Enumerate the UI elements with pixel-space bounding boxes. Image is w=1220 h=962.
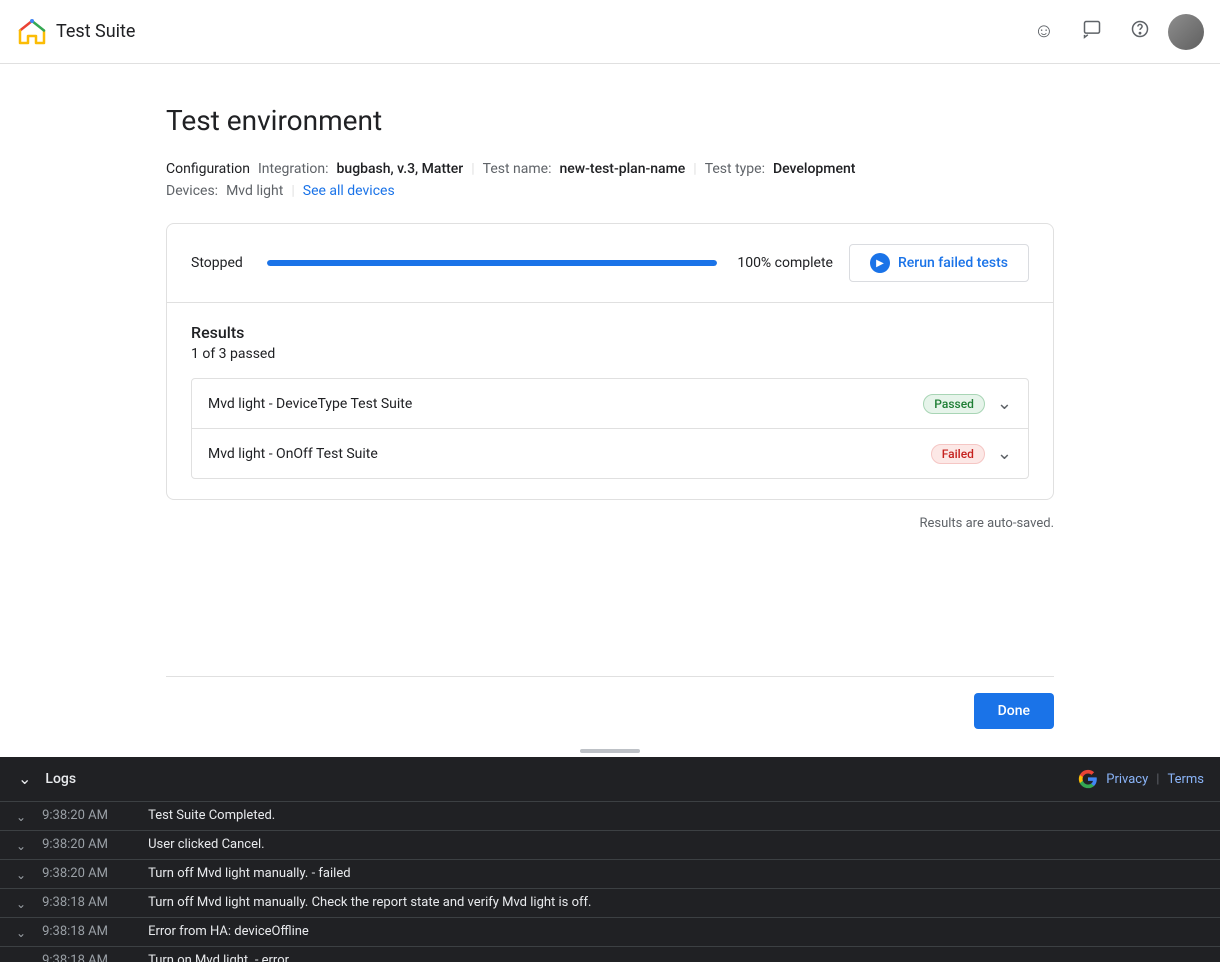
log-expand-icon[interactable]: ⌄: [16, 868, 26, 882]
see-all-devices-link[interactable]: See all devices: [303, 183, 395, 199]
results-title: Results: [191, 323, 1029, 342]
emoji-button[interactable]: ☺: [1024, 12, 1064, 52]
test-name-value: new-test-plan-name: [559, 161, 685, 177]
test-item: Mvd light - DeviceType Test Suite Passed…: [192, 379, 1028, 429]
google-logo: [1078, 769, 1098, 789]
status-badge-passed: Passed: [923, 394, 985, 414]
help-icon: [1130, 19, 1150, 45]
page-title: Test environment: [166, 104, 1054, 137]
separator-1: |: [471, 161, 474, 177]
expand-test-1-icon[interactable]: ⌄: [997, 393, 1012, 414]
play-icon: ▶: [870, 253, 890, 273]
chat-icon: [1082, 19, 1102, 45]
results-summary: 1 of 3 passed: [191, 346, 1029, 362]
log-message: Turn off Mvd light manually. Check the r…: [148, 895, 591, 910]
test-list: Mvd light - DeviceType Test Suite Passed…: [191, 378, 1029, 479]
logs-collapse-button[interactable]: ⌄: [16, 767, 33, 791]
log-time: 9:38:20 AM: [42, 866, 132, 881]
log-entry: ⌄ 9:38:18 AM Turn on Mvd light. - error: [0, 947, 1220, 962]
rerun-label: Rerun failed tests: [898, 255, 1008, 271]
test-item: Mvd light - OnOff Test Suite Failed ⌄: [192, 429, 1028, 478]
app-logo: [16, 16, 48, 48]
main-content: Test environment Configuration Integrati…: [0, 64, 1220, 676]
config-section: Configuration Integration: bugbash, v.3,…: [166, 161, 1054, 199]
stopped-label: Stopped: [191, 255, 251, 271]
log-message: Error from HA: deviceOffline: [148, 924, 309, 939]
chevron-down-icon: ⌄: [18, 771, 31, 788]
log-time: 9:38:18 AM: [42, 895, 132, 910]
header-left: Test Suite: [16, 16, 135, 48]
log-entry: ⌄ 9:38:20 AM Turn off Mvd light manually…: [0, 860, 1220, 889]
log-time: 9:38:20 AM: [42, 837, 132, 852]
log-entry: ⌄ 9:38:18 AM Turn off Mvd light manually…: [0, 889, 1220, 918]
log-time: 9:38:18 AM: [42, 924, 132, 939]
log-message: Turn off Mvd light manually. - failed: [148, 866, 350, 881]
progress-fill: [267, 260, 717, 266]
auto-saved-notice: Results are auto-saved.: [166, 516, 1054, 531]
logs-left: ⌄ Logs: [16, 767, 76, 791]
progress-track: [267, 260, 717, 266]
progress-bar-row: Stopped 100% complete ▶ Rerun failed tes…: [167, 224, 1053, 303]
config-row-1: Configuration Integration: bugbash, v.3,…: [166, 161, 1054, 177]
log-expand-icon[interactable]: ⌄: [16, 926, 26, 940]
device-name: Mvd light: [226, 183, 283, 199]
emoji-icon: ☺: [1034, 20, 1054, 43]
test-type-label: Test type:: [705, 161, 765, 177]
integration-value: bugbash, v.3, Matter: [337, 161, 464, 177]
test-name-label: Test name:: [483, 161, 552, 177]
log-message: Turn on Mvd light. - error: [148, 953, 289, 962]
app-header: Test Suite ☺: [0, 0, 1220, 64]
status-badge-failed: Failed: [931, 444, 985, 464]
log-expand-icon[interactable]: ⌄: [16, 897, 26, 911]
log-expand-icon[interactable]: ⌄: [16, 955, 26, 962]
test-right-2: Failed ⌄: [931, 443, 1012, 464]
test-right-1: Passed ⌄: [923, 393, 1012, 414]
log-time: 9:38:18 AM: [42, 953, 132, 962]
terms-link[interactable]: Terms: [1167, 772, 1204, 787]
config-label: Configuration: [166, 161, 250, 177]
done-button[interactable]: Done: [974, 693, 1054, 729]
logs-section: ⌄ Logs Privacy | Terms ⌄ 9:38:20 AM Test…: [0, 757, 1220, 962]
log-message: Test Suite Completed.: [148, 808, 275, 823]
chat-button[interactable]: [1072, 12, 1112, 52]
test-type-value: Development: [773, 161, 855, 177]
header-right: ☺: [1024, 12, 1204, 52]
separator-3: |: [291, 183, 294, 199]
help-button[interactable]: [1120, 12, 1160, 52]
rerun-failed-tests-button[interactable]: ▶ Rerun failed tests: [849, 244, 1029, 282]
privacy-link[interactable]: Privacy: [1106, 772, 1148, 787]
log-entry: ⌄ 9:38:20 AM Test Suite Completed.: [0, 802, 1220, 831]
scroll-indicator: [0, 745, 1220, 757]
devices-label: Devices:: [166, 183, 218, 199]
log-time: 9:38:20 AM: [42, 808, 132, 823]
app-title: Test Suite: [56, 21, 135, 42]
integration-label: Integration:: [258, 161, 329, 177]
scroll-thumb: [580, 749, 640, 753]
done-area: Done: [0, 677, 1220, 745]
logs-title: Logs: [45, 771, 76, 787]
log-entry: ⌄ 9:38:20 AM User clicked Cancel.: [0, 831, 1220, 860]
progress-percent: 100% complete: [733, 255, 833, 271]
results-section: Results 1 of 3 passed Mvd light - Device…: [167, 303, 1053, 499]
expand-test-2-icon[interactable]: ⌄: [997, 443, 1012, 464]
log-message: User clicked Cancel.: [148, 837, 265, 852]
separator-2: |: [693, 161, 696, 177]
test-name-1: Mvd light - DeviceType Test Suite: [208, 396, 412, 412]
progress-card: Stopped 100% complete ▶ Rerun failed tes…: [166, 223, 1054, 500]
log-expand-icon[interactable]: ⌄: [16, 839, 26, 853]
logs-right: Privacy | Terms: [1078, 769, 1204, 789]
log-entry: ⌄ 9:38:18 AM Error from HA: deviceOfflin…: [0, 918, 1220, 947]
footer-separator: |: [1156, 772, 1159, 787]
log-expand-icon[interactable]: ⌄: [16, 810, 26, 824]
test-name-2: Mvd light - OnOff Test Suite: [208, 446, 378, 462]
config-row-2: Devices: Mvd light | See all devices: [166, 183, 1054, 199]
log-entries: ⌄ 9:38:20 AM Test Suite Completed. ⌄ 9:3…: [0, 802, 1220, 962]
logs-header: ⌄ Logs Privacy | Terms: [0, 757, 1220, 802]
avatar[interactable]: [1168, 14, 1204, 50]
